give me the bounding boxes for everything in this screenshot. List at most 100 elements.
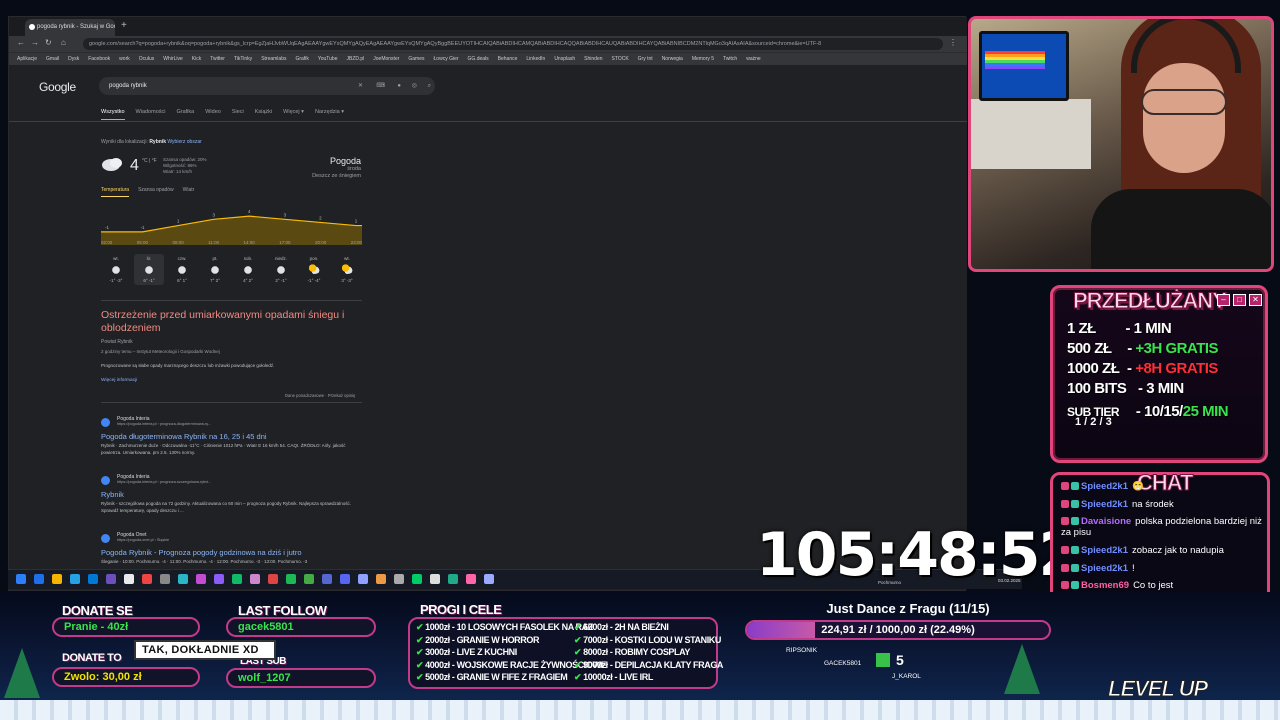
taskbar-app-icon[interactable] xyxy=(250,574,260,584)
forecast-day[interactable]: wt. -1° -3° xyxy=(101,254,131,285)
chat-username[interactable]: Bosmen69 xyxy=(1081,580,1129,591)
bookmark-item[interactable]: Gmail xyxy=(46,56,59,62)
taskbar-app-icon[interactable] xyxy=(484,574,494,584)
change-location-link[interactable]: Wybierz obszar xyxy=(167,139,201,145)
bookmark-item[interactable]: LinkedIn xyxy=(526,56,545,62)
taskbar-app-icon[interactable] xyxy=(88,574,98,584)
bookmark-item[interactable]: TikTinky xyxy=(234,56,252,62)
bookmark-item[interactable]: Twitter xyxy=(210,56,225,62)
weather-tab[interactable]: Wiatr xyxy=(183,187,195,193)
taskbar-app-icon[interactable] xyxy=(178,574,188,584)
keyboard-icon[interactable]: ⌨ xyxy=(376,77,385,95)
taskbar-app-icon[interactable] xyxy=(430,574,440,584)
search-result[interactable]: Pogoda Interia https://pogoda.interia.pl… xyxy=(101,416,363,466)
bookmark-item[interactable]: Streamlabs xyxy=(261,56,286,62)
temperature-unit-toggle[interactable]: °C | °F xyxy=(142,158,157,164)
menu-icon[interactable]: ⋮ xyxy=(949,38,957,47)
bookmark-item[interactable]: Kick xyxy=(192,56,201,62)
taskbar-app-icon[interactable] xyxy=(214,574,224,584)
taskbar-app-icon[interactable] xyxy=(322,574,332,584)
taskbar-app-icon[interactable] xyxy=(304,574,314,584)
weather-tab[interactable]: Szansa opadów xyxy=(138,187,174,193)
bookmark-item[interactable]: Behance xyxy=(498,56,518,62)
taskbar-app-icon[interactable] xyxy=(52,574,62,584)
forecast-day[interactable]: śr. 6° -1° xyxy=(134,254,164,285)
taskbar-app-icon[interactable] xyxy=(160,574,170,584)
taskbar-app-icon[interactable] xyxy=(196,574,206,584)
forecast-day[interactable]: niedz. 2° -1° xyxy=(266,254,296,285)
taskbar-app-icon[interactable] xyxy=(16,574,26,584)
search-result[interactable]: Pogoda Interia https://pogoda.interia.pl… xyxy=(101,474,363,524)
taskbar-app-icon[interactable] xyxy=(376,574,386,584)
back-icon[interactable]: ← xyxy=(17,38,25,47)
bookmark-item[interactable]: Shinden xyxy=(584,56,602,62)
taskbar-app-icon[interactable] xyxy=(466,574,476,584)
taskbar-app-icon[interactable] xyxy=(232,574,242,584)
taskbar-app-icon[interactable] xyxy=(268,574,278,584)
bookmark-item[interactable]: STOCK xyxy=(612,56,629,62)
search-icon[interactable]: ⌕ xyxy=(428,77,431,95)
result-title[interactable]: Pogoda długoterminowa Rybnik na 16, 25 i… xyxy=(101,432,267,441)
tab-4[interactable]: Sieci xyxy=(232,109,244,115)
taskbar-app-icon[interactable] xyxy=(286,574,296,584)
tab-5[interactable]: Książki xyxy=(255,109,272,115)
chat-username[interactable]: Davaisione xyxy=(1081,516,1131,527)
chat-username[interactable]: Spieed2k1 xyxy=(1081,481,1128,492)
tab-0[interactable]: Wszystko xyxy=(101,109,125,120)
tab-7[interactable]: Narzędzia ▾ xyxy=(315,109,344,115)
bookmark-item[interactable]: YouTube xyxy=(318,56,338,62)
forecast-day[interactable]: czw. 6° 1° xyxy=(167,254,197,285)
bookmark-item[interactable]: Memory 5 xyxy=(692,56,714,62)
search-result[interactable]: Pogoda Onet https://pogoda.onet.pl › Ślą… xyxy=(101,532,363,572)
forecast-day[interactable]: sob. 4° 2° xyxy=(233,254,263,285)
bookmark-item[interactable]: Games xyxy=(408,56,424,62)
bookmark-item[interactable]: JBZD.pl xyxy=(346,56,364,62)
bookmark-item[interactable]: Facebook xyxy=(88,56,110,62)
bookmark-item[interactable]: Łowcy Gier xyxy=(434,56,459,62)
browser-tab[interactable]: pogoda rybnik - Szukaj w Google xyxy=(25,19,115,36)
taskbar-app-icon[interactable] xyxy=(340,574,350,584)
bookmark-item[interactable]: Aplikacje xyxy=(17,56,37,62)
bookmark-item[interactable]: Twitch xyxy=(723,56,737,62)
new-tab-button[interactable]: + xyxy=(121,20,127,31)
result-title[interactable]: Pogoda Rybnik - Prognoza pogody godzinow… xyxy=(101,548,302,557)
clear-icon[interactable]: ✕ xyxy=(358,77,363,95)
bookmark-item[interactable]: ważne xyxy=(746,56,760,62)
forecast-day[interactable]: pt. 7° 2° xyxy=(200,254,230,285)
chat-username[interactable]: Spieed2k1 xyxy=(1081,545,1128,556)
taskbar-app-icon[interactable] xyxy=(124,574,134,584)
bookmark-item[interactable]: Oculus xyxy=(139,56,155,62)
taskbar-app-icon[interactable] xyxy=(142,574,152,584)
tab-1[interactable]: Wiadomości xyxy=(136,109,166,115)
reload-icon[interactable]: ↻ xyxy=(45,38,52,47)
chat-username[interactable]: Spieed2k1 xyxy=(1081,499,1128,510)
lens-icon[interactable]: ◎ xyxy=(412,77,417,95)
bookmark-item[interactable]: Dysk xyxy=(68,56,79,62)
search-input[interactable]: pogoda rybnik ✕ ⌨ ● ◎ ⌕ xyxy=(99,77,435,95)
forecast-day[interactable]: pon. -1° -4° xyxy=(299,254,329,285)
bookmark-item[interactable]: Unsplash xyxy=(554,56,575,62)
bookmark-item[interactable]: GG.deals xyxy=(468,56,489,62)
result-title[interactable]: Rybnik xyxy=(101,490,124,499)
taskbar-app-icon[interactable] xyxy=(412,574,422,584)
tab-6[interactable]: Więcej ▾ xyxy=(283,109,304,115)
bookmark-item[interactable]: WhirLive xyxy=(163,56,182,62)
home-icon[interactable]: ⌂ xyxy=(61,38,66,47)
bookmark-item[interactable]: Gry tnt xyxy=(638,56,653,62)
mic-icon[interactable]: ● xyxy=(397,77,401,95)
alert-more-link[interactable]: Więcej informacji xyxy=(101,378,137,383)
weather-tab[interactable]: Temperatura xyxy=(101,187,130,197)
taskbar-app-icon[interactable] xyxy=(70,574,80,584)
bookmark-item[interactable]: work xyxy=(119,56,130,62)
alert-feedback-links[interactable]: Dane ponadczasowe · Przekaż opinię xyxy=(285,393,355,398)
tab-2[interactable]: Grafika xyxy=(176,109,194,115)
bookmark-item[interactable]: Grafik xyxy=(295,56,308,62)
bookmark-item[interactable]: JoeMonster xyxy=(373,56,399,62)
forward-icon[interactable]: → xyxy=(31,38,39,47)
taskbar-app-icon[interactable] xyxy=(106,574,116,584)
taskbar-app-icon[interactable] xyxy=(358,574,368,584)
bookmark-item[interactable]: Norwegia xyxy=(662,56,683,62)
tab-3[interactable]: Wideo xyxy=(205,109,221,115)
forecast-day[interactable]: wt. 3° -3° xyxy=(332,254,362,285)
taskbar-app-icon[interactable] xyxy=(394,574,404,584)
